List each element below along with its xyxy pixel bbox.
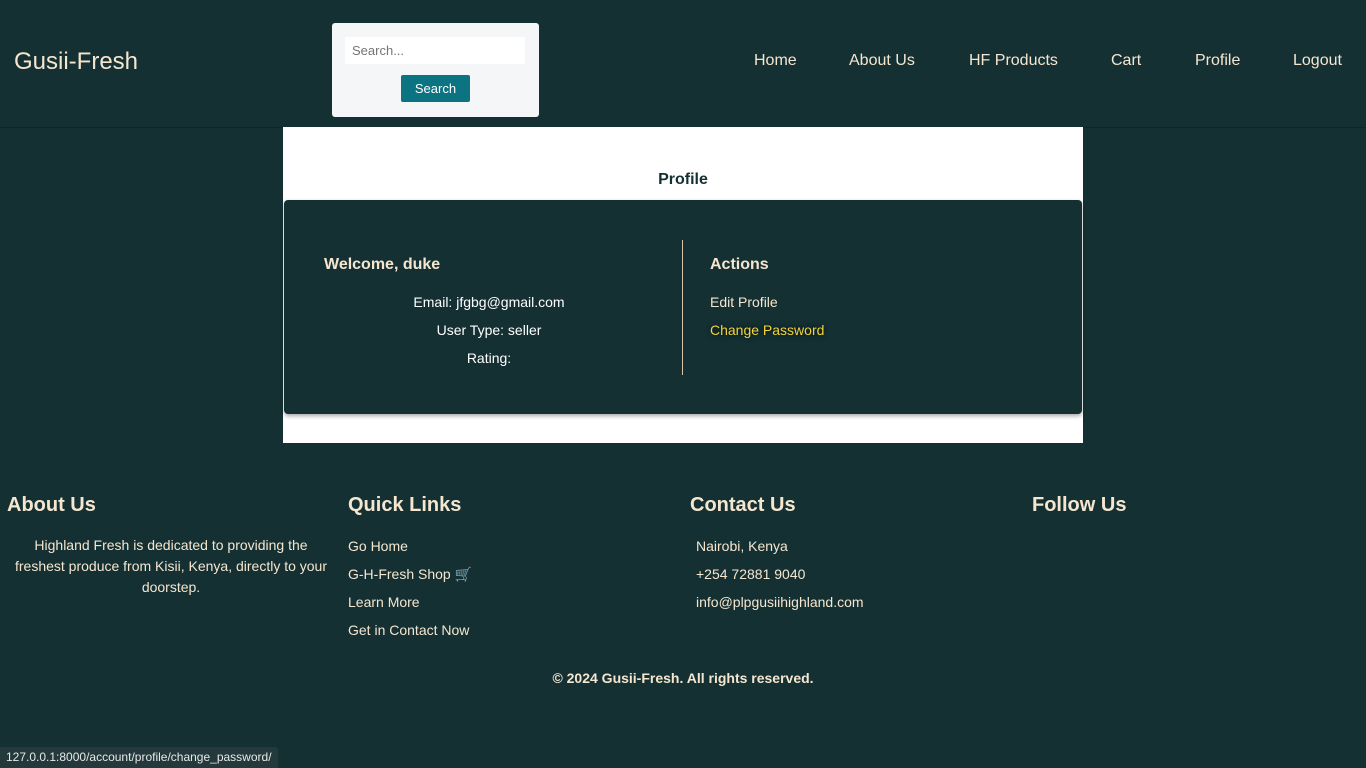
nav-cart[interactable]: Cart xyxy=(1111,52,1141,70)
site-header: Gusii-Fresh Search Home About Us HF Prod… xyxy=(0,0,1366,128)
nav-hf-products[interactable]: HF Products xyxy=(969,52,1058,70)
profile-rating: Rating: xyxy=(466,350,512,366)
footer-follow: Follow Us xyxy=(1032,494,1126,517)
copyright: © 2024 Gusii-Fresh. All rights reserved. xyxy=(552,670,814,686)
footer-contact: Contact Us xyxy=(690,494,796,517)
main-nav: Home About Us HF Products Cart Profile L… xyxy=(0,52,1366,72)
contact-location: Nairobi, Kenya xyxy=(696,538,788,554)
footer-contact-heading: Contact Us xyxy=(690,494,796,516)
footer-about: About Us xyxy=(7,494,96,517)
edit-profile-link[interactable]: Edit Profile xyxy=(710,294,778,310)
nav-logout[interactable]: Logout xyxy=(1293,52,1342,70)
nav-about-us[interactable]: About Us xyxy=(849,52,915,70)
actions-heading: Actions xyxy=(710,256,769,273)
welcome-heading: Welcome, duke xyxy=(324,256,441,273)
change-password-link[interactable]: Change Password xyxy=(710,322,824,338)
footer-link-contact[interactable]: Get in Contact Now xyxy=(348,622,469,638)
footer-follow-heading: Follow Us xyxy=(1032,494,1127,516)
footer-about-heading: About Us xyxy=(7,494,96,516)
footer-link-shop[interactable]: G-H-Fresh Shop 🛒 xyxy=(348,566,472,583)
search-button[interactable]: Search xyxy=(401,75,470,102)
footer-link-go-home[interactable]: Go Home xyxy=(348,538,408,554)
footer-link-learn-more[interactable]: Learn More xyxy=(348,594,420,610)
panel-divider xyxy=(682,240,683,375)
profile-user-type: User Type: seller xyxy=(436,322,542,338)
footer-about-text: Highland Fresh is dedicated to providing… xyxy=(14,537,328,595)
profile-email: Email: jfgbg@gmail.com xyxy=(413,294,565,310)
profile-panel: Welcome, duke Email: jfgbg@gmail.com Use… xyxy=(284,200,1082,414)
footer-quick-links-heading: Quick Links xyxy=(348,494,462,516)
browser-status-bar: 127.0.0.1:8000/account/profile/change_pa… xyxy=(0,747,278,768)
nav-home[interactable]: Home xyxy=(754,52,797,70)
contact-email: info@plpgusiihighland.com xyxy=(696,594,864,610)
nav-profile[interactable]: Profile xyxy=(1195,52,1240,70)
page-title: Profile xyxy=(658,171,708,188)
footer-quick-links: Quick Links xyxy=(348,494,461,517)
contact-phone: +254 72881 9040 xyxy=(696,566,806,582)
profile-card: Profile Welcome, duke Email: jfgbg@gmail… xyxy=(283,127,1083,443)
